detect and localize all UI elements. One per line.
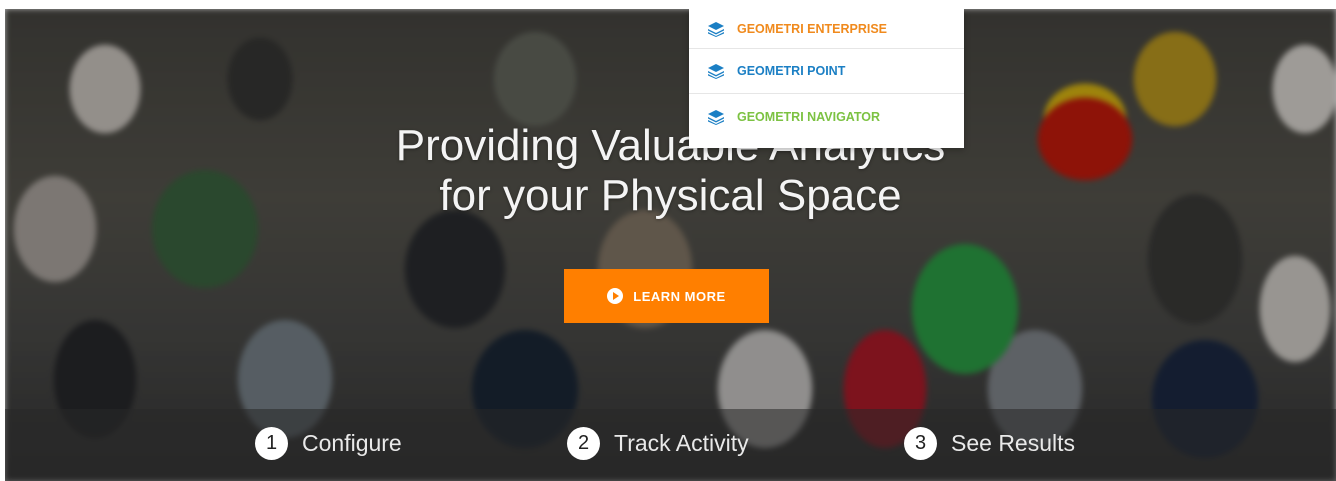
menu-item-geometri-enterprise[interactable]: GEOMETRI ENTERPRISE [689,9,964,49]
learn-more-label: LEARN MORE [633,288,726,304]
step-see-results: 3 See Results [904,427,1075,460]
step-configure: 1 Configure [255,427,402,460]
menu-item-label: GEOMETRI NAVIGATOR [737,109,881,124]
step-number-badge: 1 [255,427,288,460]
step-label: See Results [951,430,1076,456]
step-number-badge: 2 [567,427,600,460]
menu-item-geometri-point[interactable]: GEOMETRI POINT [689,49,964,94]
menu-item-geometri-navigator[interactable]: GEOMETRI NAVIGATOR [689,94,964,139]
hero-section: Providing Valuable Analytics for your Ph… [5,9,1336,481]
step-label: Configure [302,430,402,456]
hero-headline: Providing Valuable Analytics for your Ph… [5,121,1336,221]
products-dropdown-menu: GEOMETRI ENTERPRISE GEOMETRI POINT GEOME… [689,9,964,148]
learn-more-button[interactable]: LEARN MORE [564,269,769,323]
step-label: Track Activity [614,430,749,456]
layers-icon [708,64,724,79]
headline-line-1: Providing Valuable Analytics [395,121,946,170]
headline-line-2: for your Physical Space [439,171,902,220]
menu-item-label: GEOMETRI POINT [737,64,846,78]
layers-icon [708,21,724,37]
play-icon [607,288,624,304]
steps-bar: 1 Configure 2 Track Activity 3 See Resul… [5,409,1336,481]
step-track-activity: 2 Track Activity [567,427,749,460]
layers-icon [708,109,724,125]
menu-item-label: GEOMETRI ENTERPRISE [737,21,888,36]
step-number-badge: 3 [904,427,937,460]
